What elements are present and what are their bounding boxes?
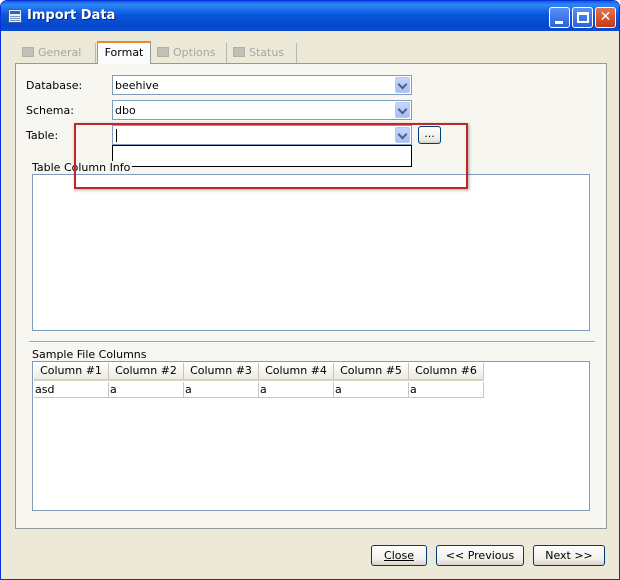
previous-button[interactable]: << Previous bbox=[436, 545, 524, 566]
title-bar[interactable]: Import Data ✕ bbox=[1, 1, 619, 31]
minimize-icon bbox=[555, 21, 563, 24]
grid-cell[interactable]: a bbox=[409, 382, 484, 398]
tab-general-label: General bbox=[38, 46, 82, 59]
status-tab-icon bbox=[233, 47, 245, 57]
schema-value: dbo bbox=[115, 104, 136, 117]
tab-options-label: Options bbox=[173, 46, 216, 59]
maximize-icon bbox=[577, 12, 589, 23]
options-tab-icon bbox=[157, 47, 169, 57]
database-combo[interactable]: beehive bbox=[112, 75, 412, 95]
tab-format-label: Format bbox=[104, 46, 144, 59]
table-label: Table: bbox=[26, 129, 59, 142]
schema-combo[interactable]: dbo bbox=[112, 100, 412, 120]
schema-label: Schema: bbox=[26, 104, 74, 117]
column-header[interactable]: Column #6 bbox=[409, 363, 484, 381]
close-window-button[interactable]: ✕ bbox=[595, 7, 616, 28]
highlight-annotation bbox=[74, 123, 468, 189]
minimize-button[interactable] bbox=[549, 7, 570, 28]
tab-status-label: Status bbox=[249, 46, 285, 59]
grid-cell[interactable]: a bbox=[109, 382, 184, 398]
grid-cell[interactable]: a bbox=[334, 382, 409, 398]
table-column-info-panel[interactable] bbox=[32, 174, 590, 331]
column-header[interactable]: Column #2 bbox=[109, 363, 184, 381]
column-header[interactable]: Column #4 bbox=[259, 363, 334, 381]
next-button-label: Next >> bbox=[545, 549, 593, 562]
window-title: Import Data bbox=[27, 8, 116, 23]
tab-options[interactable]: Options bbox=[151, 43, 227, 63]
tab-general[interactable]: General bbox=[16, 43, 96, 63]
grid-cell[interactable]: asd bbox=[34, 382, 109, 398]
close-icon: ✕ bbox=[599, 9, 612, 25]
close-button-label: Close bbox=[384, 549, 414, 562]
chevron-down-icon[interactable] bbox=[395, 77, 410, 93]
database-label: Database: bbox=[26, 79, 83, 92]
chevron-down-icon[interactable] bbox=[395, 102, 410, 118]
grid-cell[interactable]: a bbox=[259, 382, 334, 398]
database-value: beehive bbox=[115, 79, 159, 92]
table-app-icon bbox=[8, 9, 22, 23]
column-header[interactable]: Column #5 bbox=[334, 363, 409, 381]
column-header[interactable]: Column #3 bbox=[184, 363, 259, 381]
next-button[interactable]: Next >> bbox=[533, 545, 605, 566]
maximize-button[interactable] bbox=[572, 7, 593, 28]
section-divider bbox=[29, 341, 595, 343]
general-tab-icon bbox=[22, 47, 34, 57]
close-button[interactable]: Close bbox=[371, 545, 427, 566]
tab-status[interactable]: Status bbox=[227, 43, 297, 63]
tab-format[interactable]: Format bbox=[97, 41, 151, 64]
sample-file-columns-label: Sample File Columns bbox=[32, 348, 149, 361]
previous-button-label: << Previous bbox=[445, 549, 515, 562]
grid-cell[interactable]: a bbox=[184, 382, 259, 398]
import-data-window: Import Data ✕ General Format Options Sta… bbox=[0, 0, 620, 580]
column-header[interactable]: Column #1 bbox=[34, 363, 109, 381]
